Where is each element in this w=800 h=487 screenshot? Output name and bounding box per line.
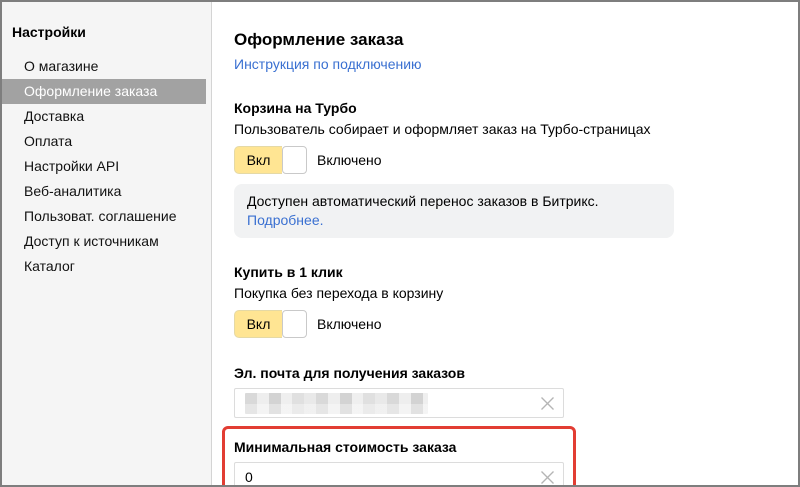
clear-icon[interactable]: [539, 395, 555, 411]
one-click-toggle-state: Включено: [317, 316, 382, 332]
one-click-toggle[interactable]: Вкл: [234, 310, 307, 338]
section-one-click: Купить в 1 клик Покупка без перехода в к…: [234, 264, 798, 338]
min-order-field: [234, 462, 564, 487]
section-turbo-cart: Корзина на Турбо Пользователь собирает и…: [234, 100, 798, 238]
redacted-email-value: [245, 393, 428, 414]
sidebar-nav: О магазине Оформление заказа Доставка Оп…: [2, 54, 211, 279]
min-order-label: Минимальная стоимость заказа: [234, 439, 573, 456]
toggle-on-label: Вкл: [234, 146, 282, 174]
toggle-on-label: Вкл: [234, 310, 282, 338]
min-order-input[interactable]: [245, 469, 539, 485]
sidebar-item-order-processing[interactable]: Оформление заказа: [2, 79, 206, 104]
one-click-toggle-row: Вкл Включено: [234, 310, 798, 338]
page-title: Оформление заказа: [234, 30, 798, 50]
one-click-description: Покупка без перехода в корзину: [234, 285, 798, 302]
turbo-cart-toggle[interactable]: Вкл: [234, 146, 307, 174]
annotation-highlight-box: Минимальная стоимость заказа: [222, 426, 576, 487]
sidebar-title: Настройки: [2, 24, 211, 40]
sidebar-item-delivery[interactable]: Доставка: [2, 104, 211, 129]
email-label: Эл. почта для получения заказов: [234, 365, 798, 382]
bitrix-notice: Доступен автоматический перенос заказов …: [234, 184, 674, 238]
turbo-cart-description: Пользователь собирает и оформляет заказ …: [234, 121, 798, 138]
turbo-cart-title: Корзина на Турбо: [234, 100, 798, 117]
bitrix-more-link[interactable]: Подробнее.: [247, 212, 324, 228]
bitrix-notice-text: Доступен автоматический перенос заказов …: [247, 193, 599, 209]
sidebar-item-about-shop[interactable]: О магазине: [2, 54, 211, 79]
turbo-cart-toggle-row: Вкл Включено: [234, 146, 798, 174]
one-click-title: Купить в 1 клик: [234, 264, 798, 281]
sidebar-item-catalog[interactable]: Каталог: [2, 254, 211, 279]
turbo-cart-toggle-state: Включено: [317, 152, 382, 168]
sidebar-item-payment[interactable]: Оплата: [2, 129, 211, 154]
toggle-knob: [282, 146, 307, 174]
sidebar: Настройки О магазине Оформление заказа Д…: [2, 2, 212, 485]
instruction-link[interactable]: Инструкция по подключению: [234, 56, 422, 72]
sidebar-item-user-agreement[interactable]: Пользоват. соглашение: [2, 204, 211, 229]
clear-icon[interactable]: [539, 469, 555, 485]
sidebar-item-web-analytics[interactable]: Веб-аналитика: [2, 179, 211, 204]
main-content: Оформление заказа Инструкция по подключе…: [212, 2, 798, 485]
email-field[interactable]: [234, 388, 564, 418]
toggle-knob: [282, 310, 307, 338]
sidebar-item-source-access[interactable]: Доступ к источникам: [2, 229, 211, 254]
settings-window: Настройки О магазине Оформление заказа Д…: [0, 0, 800, 487]
sidebar-item-api-settings[interactable]: Настройки API: [2, 154, 211, 179]
section-email: Эл. почта для получения заказов: [234, 365, 798, 418]
